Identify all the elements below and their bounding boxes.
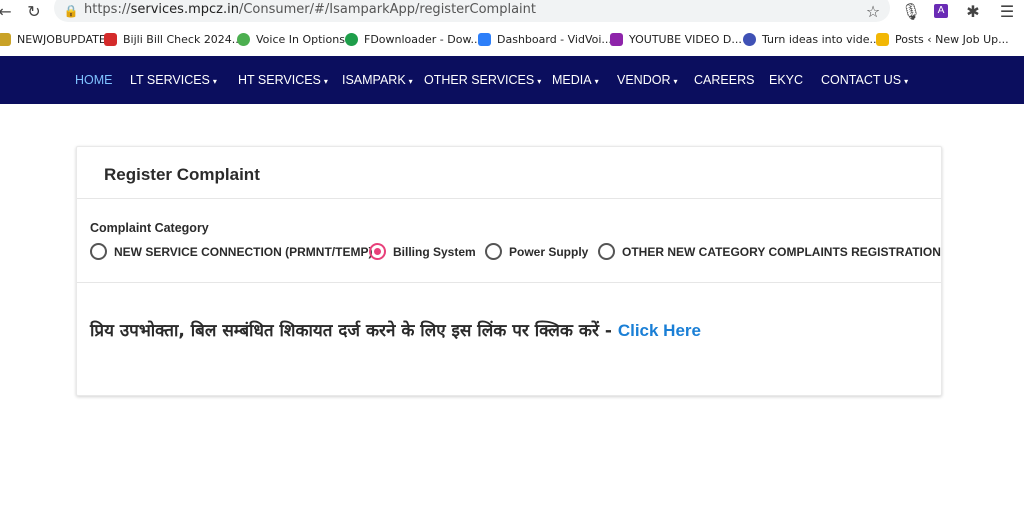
bookmark-favicon-icon (237, 32, 250, 46)
caret-down-icon: ▾ (904, 77, 909, 86)
radio-power-supply[interactable]: Power Supply (485, 243, 588, 260)
url-text: https://services.mpcz.in/Consumer/#/Isam… (84, 2, 536, 17)
bookmark-item[interactable]: Bijli Bill Check 2024... (104, 26, 242, 52)
caret-down-icon: ▾ (212, 77, 217, 86)
site-navbar: HOME LT SERVICES ▾ HT SERVICES ▾ ISAMPARK ▾… (0, 56, 1024, 104)
bookmark-item[interactable]: YOUTUBE VIDEO D... (610, 26, 742, 52)
message-text: प्रिय उपभोक्ता, बिल सम्बंधित शिकायत दर्ज… (90, 321, 618, 341)
nav-careers[interactable]: CAREERS (694, 56, 754, 104)
nav-other-services[interactable]: OTHER SERVICES ▾ (424, 56, 541, 104)
radio-label: NEW SERVICE CONNECTION (PRMNT/TEMP) (114, 244, 373, 259)
nav-ekyc[interactable]: EKYC (769, 56, 803, 104)
bookmark-favicon-icon (104, 32, 117, 46)
reload-icon[interactable]: ↻ (23, 0, 45, 22)
extensions-puzzle-icon[interactable]: ✱ (962, 0, 984, 22)
bookmark-item[interactable]: Turn ideas into vide... (743, 26, 880, 52)
radio-circle[interactable] (485, 243, 502, 260)
radio-circle[interactable] (369, 243, 386, 260)
nav-ht-services[interactable]: HT SERVICES ▾ (238, 56, 328, 104)
nav-contact-us[interactable]: CONTACT US ▾ (821, 56, 908, 104)
nav-lt-services[interactable]: LT SERVICES ▾ (130, 56, 217, 104)
bookmarks-bar: NEWJOBUPDATE Bijli Bill Check 2024... Vo… (0, 26, 1024, 52)
register-complaint-card: Register Complaint Complaint Category NE… (76, 146, 942, 396)
caret-down-icon: ▾ (323, 77, 328, 86)
bookmark-favicon-icon (345, 32, 358, 46)
caret-down-icon: ▾ (537, 77, 542, 86)
bookmark-item[interactable]: NEWJOBUPDATE (0, 26, 106, 52)
caret-down-icon: ▾ (673, 77, 678, 86)
bookmark-favicon-icon (743, 32, 756, 46)
radio-new-service-connection[interactable]: NEW SERVICE CONNECTION (PRMNT/TEMP) (90, 243, 372, 260)
bookmark-favicon-icon (876, 32, 889, 46)
caret-down-icon: ▾ (594, 77, 599, 86)
bookmark-item[interactable]: Voice In Options (237, 26, 345, 52)
extension-a-icon[interactable]: A (930, 0, 952, 22)
nav-media[interactable]: MEDIA ▾ (552, 56, 599, 104)
radio-other-category[interactable]: OTHER NEW CATEGORY COMPLAINTS REGISTRATI… (598, 243, 941, 260)
bookmark-item[interactable]: FDownloader - Dow... (345, 26, 481, 52)
card-title: Register Complaint (104, 165, 260, 184)
click-here-link[interactable]: Click Here (618, 321, 701, 340)
omnibox[interactable]: 🔒 https://services.mpcz.in/Consumer/#/Is… (54, 0, 890, 22)
radio-label: Power Supply (509, 244, 589, 259)
radio-billing-system[interactable]: Billing System (369, 243, 476, 260)
radio-circle[interactable] (90, 243, 107, 260)
microphone-icon[interactable]: 🎙 (900, 0, 922, 22)
site-info-icon[interactable]: 🔒 (60, 0, 82, 22)
complaint-category-label: Complaint Category (90, 221, 209, 235)
browser-address-row: ← ↻ 🔒 https://services.mpcz.in/Consumer/… (0, 0, 1024, 24)
back-icon[interactable]: ← (0, 0, 16, 22)
radio-label: OTHER NEW CATEGORY COMPLAINTS REGISTRATI… (622, 244, 941, 259)
nav-vendor[interactable]: VENDOR ▾ (617, 56, 678, 104)
card-header: Register Complaint (77, 147, 941, 199)
nav-isampark[interactable]: ISAMPARK ▾ (342, 56, 413, 104)
tab-search-icon[interactable]: ☰ (996, 0, 1018, 22)
card-divider (77, 282, 941, 283)
bookmark-favicon-icon (610, 32, 623, 46)
caret-down-icon: ▾ (408, 77, 413, 86)
nav-home[interactable]: HOME (75, 56, 113, 104)
bookmark-favicon-icon (0, 32, 11, 46)
billing-complaint-message: प्रिय उपभोक्ता, बिल सम्बंधित शिकायत दर्ज… (90, 318, 701, 341)
bookmark-item[interactable]: Posts ‹ New Job Up... (876, 26, 1009, 52)
bookmark-item[interactable]: Dashboard - VidVoi... (478, 26, 612, 52)
bookmark-star-icon[interactable]: ☆ (862, 0, 884, 22)
radio-label: Billing System (393, 244, 476, 259)
radio-circle[interactable] (598, 243, 615, 260)
bookmark-favicon-icon (478, 32, 491, 46)
